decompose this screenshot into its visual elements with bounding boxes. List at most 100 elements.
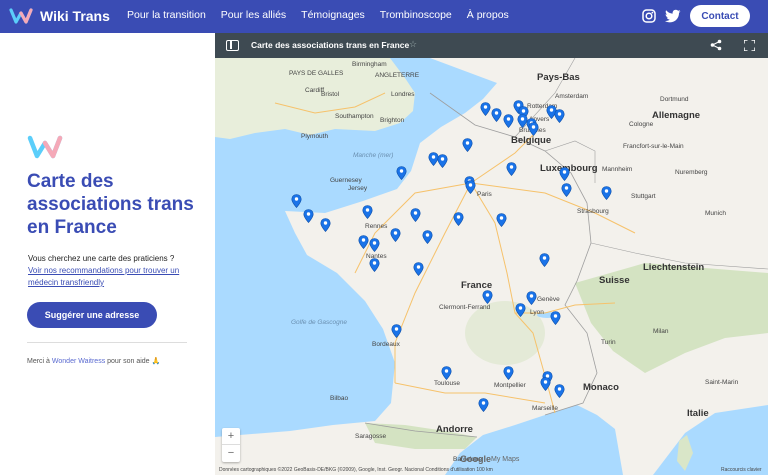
zoom-out-button[interactable]: − bbox=[222, 445, 240, 462]
label-bordeaux: Bordeaux bbox=[372, 341, 400, 348]
map-marker-icon[interactable] bbox=[550, 311, 561, 325]
label-geneva: Genève bbox=[537, 296, 560, 303]
fullscreen-icon[interactable] bbox=[744, 40, 755, 51]
star-icon[interactable]: ☆ bbox=[409, 39, 417, 50]
label-plymouth: Plymouth bbox=[301, 133, 329, 140]
practitioners-question: Vous cherchez une carte des praticiens ? bbox=[28, 254, 175, 263]
map-marker-icon[interactable] bbox=[465, 180, 476, 194]
map-marker-icon[interactable] bbox=[422, 230, 433, 244]
label-switzerland: Suisse bbox=[599, 275, 630, 286]
map-marker-icon[interactable] bbox=[506, 162, 517, 176]
label-england: ANGLETERRE bbox=[375, 72, 420, 79]
label-san-marino: Saint-Marin bbox=[705, 379, 739, 386]
map-marker-icon[interactable] bbox=[396, 166, 407, 180]
nav-link-about[interactable]: À propos bbox=[467, 9, 509, 21]
thanks-note: Merci à Wonder Waitress pour son aide 🙏 bbox=[27, 357, 160, 365]
label-birmingham: Birmingham bbox=[352, 61, 387, 68]
map-view[interactable]: Pays-Bas Belgique Luxembourg Allemagne F… bbox=[215, 33, 768, 475]
brand[interactable]: Wiki Trans bbox=[9, 7, 110, 25]
label-milan: Milan bbox=[653, 328, 669, 335]
map-marker-icon[interactable] bbox=[528, 122, 539, 136]
nav-link-testimonials[interactable]: Témoignages bbox=[301, 9, 365, 21]
nav-link-allies[interactable]: Pour les alliés bbox=[221, 9, 286, 21]
map-marker-icon[interactable] bbox=[410, 208, 421, 222]
map-marker-icon[interactable] bbox=[413, 262, 424, 276]
keyboard-shortcuts-link[interactable]: Raccourcis clavier bbox=[721, 467, 762, 473]
nav-link-trombinoscope[interactable]: Trombinoscope bbox=[380, 9, 452, 21]
map-marker-icon[interactable] bbox=[559, 167, 570, 181]
label-wales: PAYS DE GALLES bbox=[289, 70, 344, 77]
label-rennes: Rennes bbox=[365, 223, 388, 230]
thanks-suffix: pour son aide 🙏 bbox=[105, 358, 161, 365]
label-amsterdam: Amsterdam bbox=[555, 93, 589, 100]
label-italy: Italie bbox=[687, 408, 709, 419]
map-marker-icon[interactable] bbox=[480, 102, 491, 116]
map-marker-icon[interactable] bbox=[462, 138, 473, 152]
label-toulouse: Toulouse bbox=[434, 380, 461, 387]
map-marker-icon[interactable] bbox=[303, 209, 314, 223]
suggest-address-button[interactable]: Suggérer une adresse bbox=[27, 302, 157, 328]
map-marker-icon[interactable] bbox=[554, 109, 565, 123]
map-marker-icon[interactable] bbox=[362, 205, 373, 219]
label-frankfurt: Francfort-sur-le-Main bbox=[623, 143, 684, 150]
map-marker-icon[interactable] bbox=[601, 186, 612, 200]
label-zaragoza: Saragosse bbox=[355, 433, 387, 440]
label-paris: Paris bbox=[477, 191, 492, 198]
map-marker-icon[interactable] bbox=[503, 114, 514, 128]
brand-name: Wiki Trans bbox=[40, 8, 110, 24]
map-marker-icon[interactable] bbox=[437, 154, 448, 168]
map-marker-icon[interactable] bbox=[441, 366, 452, 380]
map-marker-icon[interactable] bbox=[453, 212, 464, 226]
share-icon[interactable] bbox=[710, 39, 722, 51]
map-marker-icon[interactable] bbox=[291, 194, 302, 208]
label-marseille: Marseille bbox=[532, 405, 559, 412]
map-marker-icon[interactable] bbox=[539, 253, 550, 267]
google-logo: Google bbox=[460, 454, 491, 464]
divider bbox=[27, 342, 187, 343]
label-clermont-ferrand: Clermont-Ferrand bbox=[439, 304, 491, 311]
map-marker-icon[interactable] bbox=[358, 235, 369, 249]
label-stuttgart: Stuttgart bbox=[631, 193, 656, 200]
map-marker-icon[interactable] bbox=[503, 366, 514, 380]
label-jersey: Jersey bbox=[348, 185, 368, 192]
map-marker-icon[interactable] bbox=[526, 291, 537, 305]
zoom-controls: + − bbox=[222, 428, 240, 462]
info-panel: Carte des associations trans en France V… bbox=[0, 33, 215, 475]
map-marker-icon[interactable] bbox=[369, 238, 380, 252]
map-marker-icon[interactable] bbox=[391, 324, 402, 338]
label-mannheim: Mannheim bbox=[602, 166, 633, 173]
map-marker-icon[interactable] bbox=[561, 183, 572, 197]
zoom-in-button[interactable]: + bbox=[222, 428, 240, 445]
map-marker-icon[interactable] bbox=[390, 228, 401, 242]
nav-link-transition[interactable]: Pour la transition bbox=[127, 9, 206, 21]
map-marker-icon[interactable] bbox=[515, 303, 526, 317]
map-marker-icon[interactable] bbox=[540, 377, 551, 391]
label-liechtenstein: Liechtenstein bbox=[643, 262, 705, 273]
label-london: Londres bbox=[391, 91, 415, 98]
label-belgium: Belgique bbox=[511, 135, 552, 146]
map-marker-icon[interactable] bbox=[482, 290, 493, 304]
map-marker-icon[interactable] bbox=[478, 398, 489, 412]
label-nuremberg: Nuremberg bbox=[675, 169, 708, 176]
map-header: Carte des associations trans en France ☆ bbox=[215, 33, 768, 58]
sidebar-toggle-icon[interactable] bbox=[226, 40, 239, 51]
map-marker-icon[interactable] bbox=[491, 108, 502, 122]
label-guernsey: Guernesey bbox=[330, 177, 362, 184]
map-marker-icon[interactable] bbox=[369, 258, 380, 272]
contact-button[interactable]: Contact bbox=[690, 5, 750, 27]
instagram-icon[interactable] bbox=[642, 9, 656, 23]
twitter-icon[interactable] bbox=[665, 9, 681, 23]
label-brighton: Brighton bbox=[380, 117, 405, 124]
map-attribution: Données cartographiques ©2022 GeoBasis-D… bbox=[219, 467, 493, 473]
recommendations-link[interactable]: Voir nos recommandations pour trouver un… bbox=[28, 265, 198, 289]
thanks-link[interactable]: Wonder Waitress bbox=[52, 358, 105, 365]
thanks-prefix: Merci à bbox=[27, 358, 52, 365]
label-germany: Allemagne bbox=[652, 110, 701, 121]
page-title: Carte des associations trans en France bbox=[27, 171, 194, 238]
map-title: Carte des associations trans en France bbox=[251, 40, 410, 50]
map-marker-icon[interactable] bbox=[554, 384, 565, 398]
map-marker-icon[interactable] bbox=[320, 218, 331, 232]
label-bilbao: Bilbao bbox=[330, 395, 349, 402]
map-marker-icon[interactable] bbox=[496, 213, 507, 227]
label-dortmund: Dortmund bbox=[660, 96, 689, 103]
